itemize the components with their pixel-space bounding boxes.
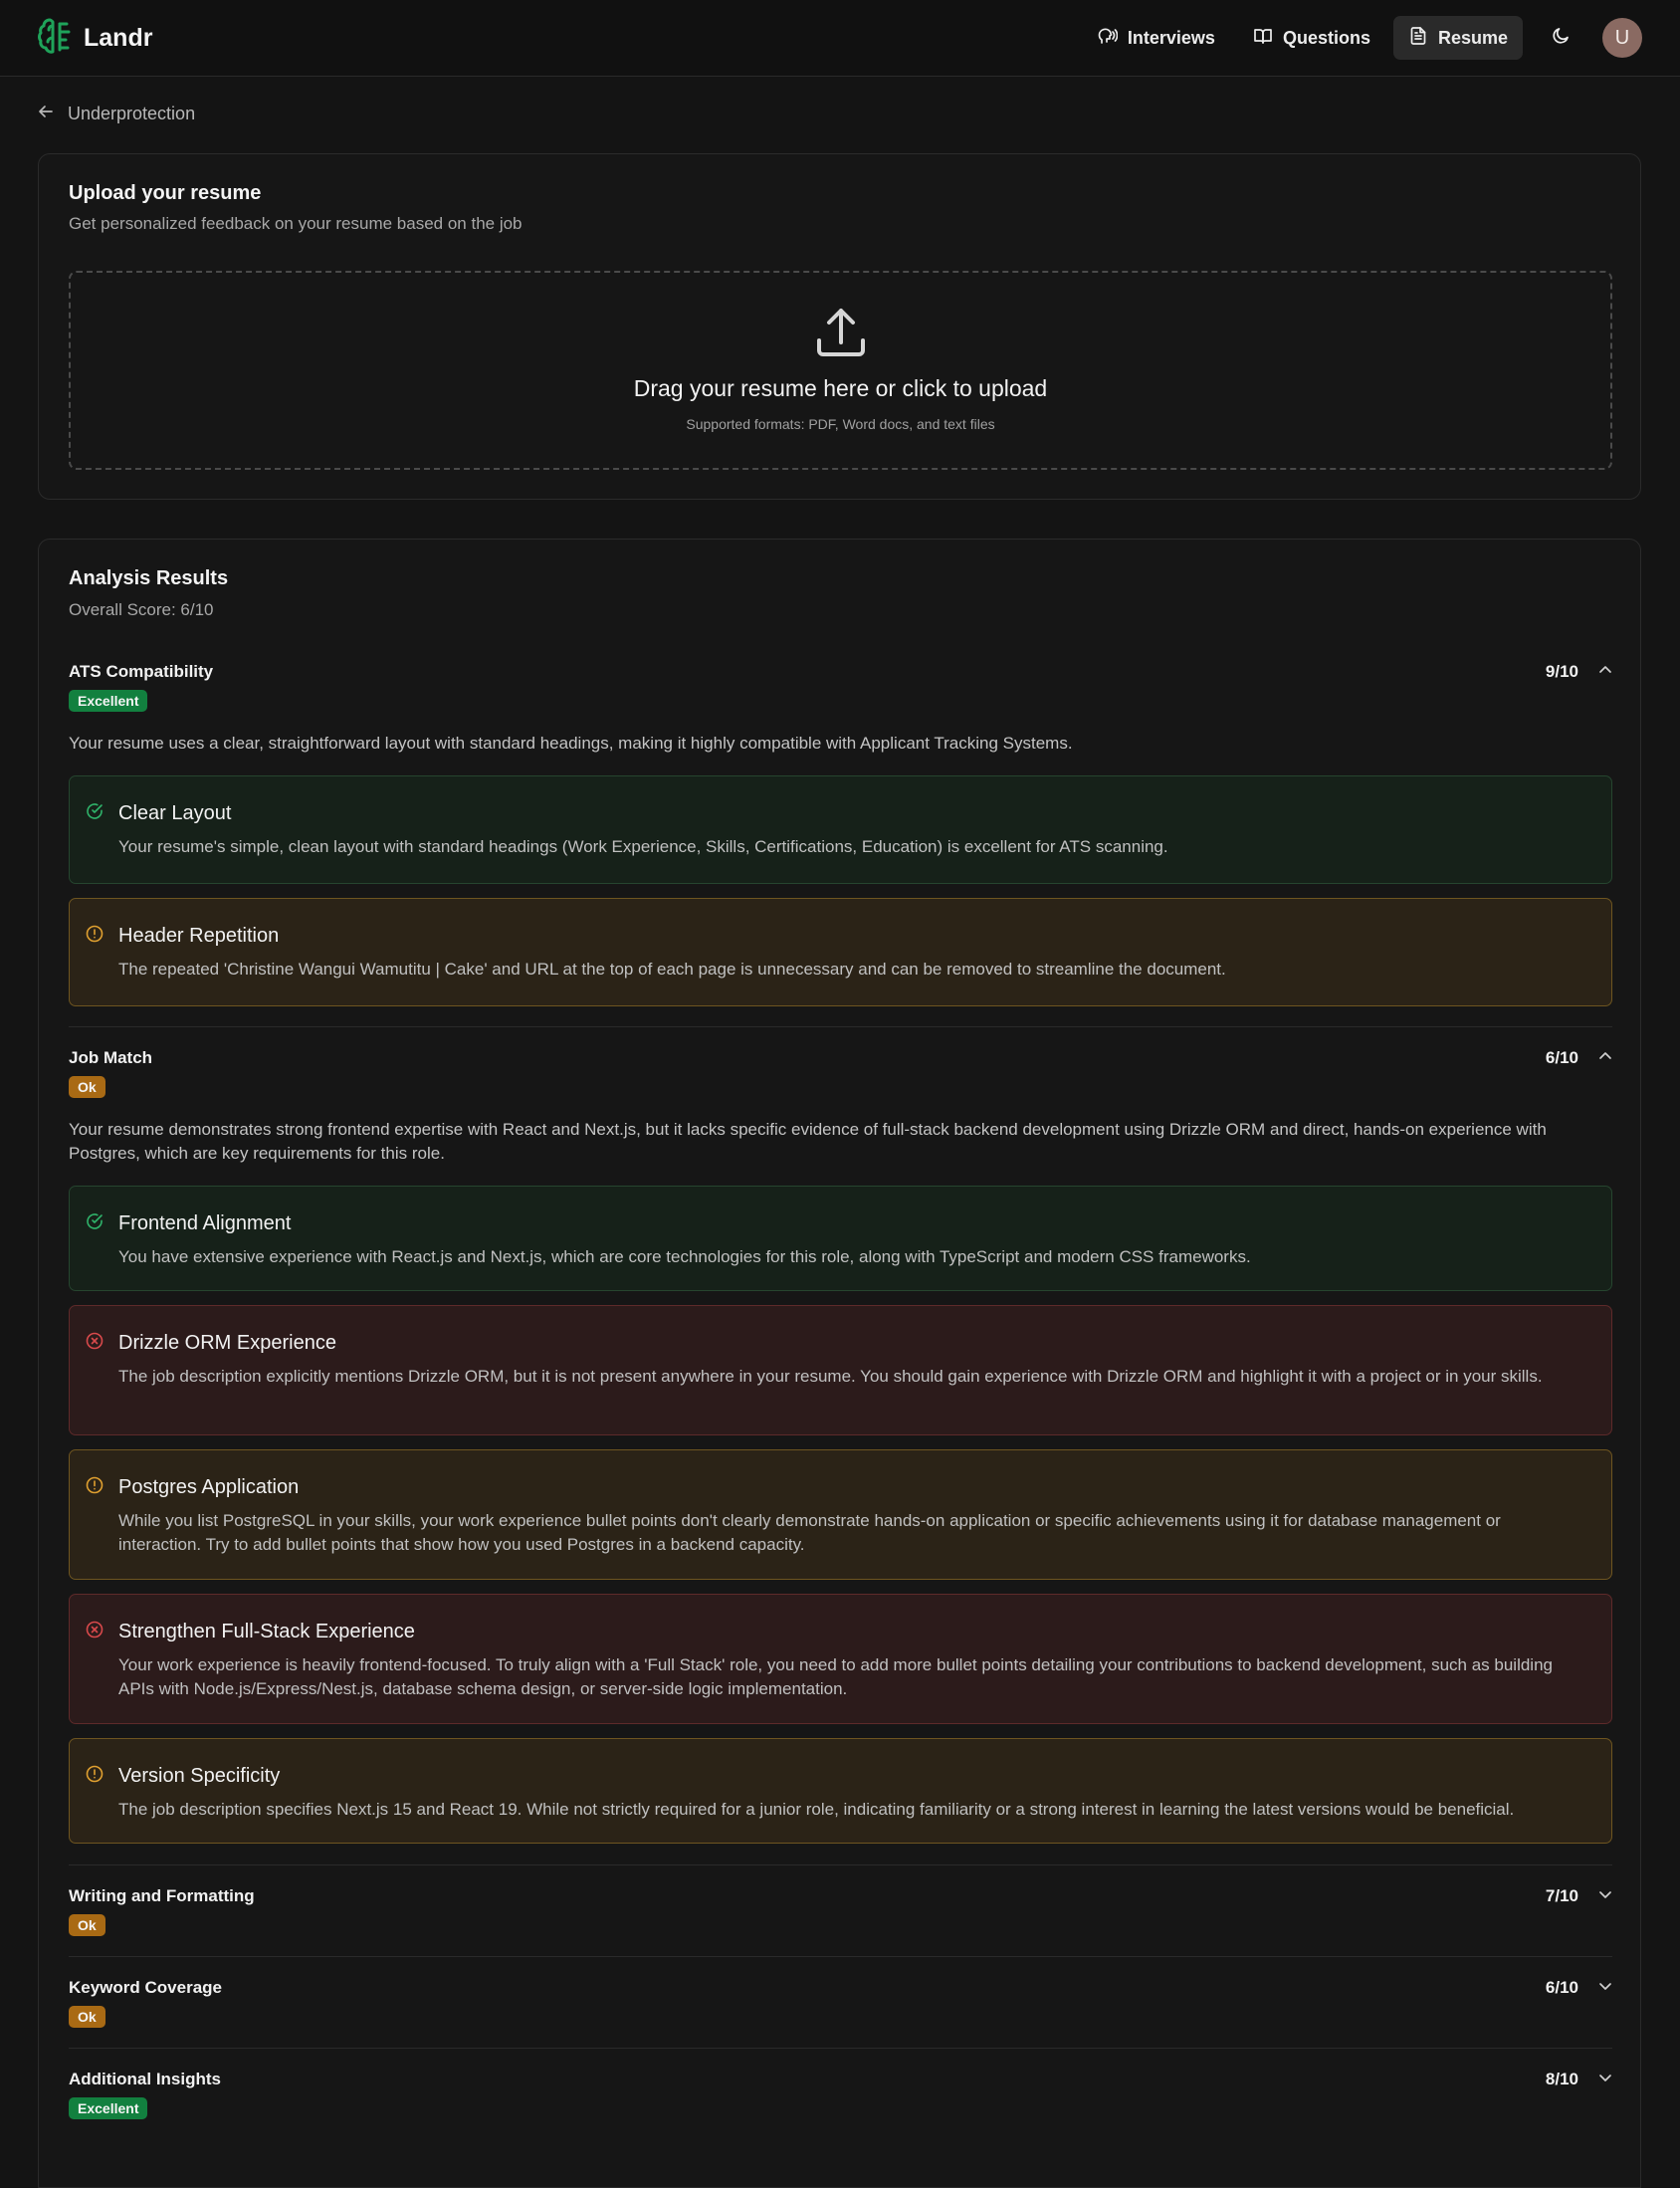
section-header[interactable]: Writing and Formatting Ok 7/10	[69, 1886, 1612, 1936]
x-circle-icon	[86, 1621, 104, 1639]
brand-name: Landr	[84, 23, 153, 52]
section-score: 6/10	[1545, 1978, 1578, 1997]
chevron-down-icon[interactable]	[1598, 1886, 1612, 1906]
check-circle-icon	[86, 802, 104, 820]
brand[interactable]: Landr	[38, 16, 152, 61]
section-divider	[69, 1864, 1612, 1865]
chevron-up-icon[interactable]	[1598, 662, 1612, 682]
feedback-text: Your resume's simple, clean layout with …	[118, 837, 1168, 856]
feedback-item: Drizzle ORM Experience The job descripti…	[69, 1305, 1612, 1435]
status-badge: Ok	[69, 1076, 105, 1098]
section-description: Your resume demonstrates strong frontend…	[69, 1120, 1547, 1163]
section-keyword-coverage: Keyword Coverage Ok 6/10	[69, 1978, 1612, 2028]
section-additional-insights: Additional Insights Excellent 8/10	[69, 2070, 1612, 2119]
section-ats-compatibility: ATS Compatibility Excellent 9/10 Your re…	[69, 662, 1612, 1006]
user-avatar[interactable]: U	[1602, 18, 1642, 58]
section-divider	[69, 1026, 1612, 1027]
feedback-text: You have extensive experience with React…	[118, 1247, 1251, 1266]
feedback-text: Your work experience is heavily frontend…	[118, 1655, 1553, 1698]
status-badge: Excellent	[69, 2097, 148, 2119]
section-score: 7/10	[1545, 1886, 1578, 1905]
dropzone-title: Drag your resume here or click to upload	[633, 375, 1048, 401]
section-name: Writing and Formatting	[69, 1886, 255, 1905]
feedback-title: Header Repetition	[118, 925, 280, 947]
arrow-left-icon	[38, 104, 54, 124]
status-badge: Excellent	[69, 690, 148, 712]
nav-resume-label: Resume	[1437, 27, 1508, 48]
feedback-title: Drizzle ORM Experience	[118, 1332, 336, 1354]
section-score: 6/10	[1545, 1048, 1578, 1067]
feedback-item: Strengthen Full-Stack Experience Your wo…	[69, 1594, 1612, 1724]
section-job-match: Job Match Ok 6/10 Your resume demonstrat…	[69, 1048, 1612, 1844]
status-badge: Ok	[69, 1914, 105, 1936]
feedback-item: Frontend Alignment You have extensive ex…	[69, 1186, 1612, 1291]
main-nav: Interviews Questions Resume U	[1083, 16, 1642, 60]
upload-subtitle: Get personalized feedback on your resume…	[69, 214, 523, 233]
upload-icon	[815, 307, 867, 363]
back-link[interactable]: Underprotection	[38, 104, 195, 124]
nav-interviews[interactable]: Interviews	[1083, 16, 1230, 60]
alert-circle-icon	[86, 1765, 104, 1783]
analysis-card: Analysis Results Overall Score: 6/10 ATS…	[38, 539, 1641, 2188]
feedback-text: The job description specifies Next.js 15…	[118, 1800, 1515, 1819]
feedback-title: Frontend Alignment	[118, 1212, 292, 1234]
overall-score: Overall Score: 6/10	[69, 600, 214, 619]
file-text-icon	[1408, 26, 1428, 51]
nav-resume[interactable]: Resume	[1392, 16, 1523, 60]
feedback-item: Clear Layout Your resume's simple, clean…	[69, 775, 1612, 884]
upload-title: Upload your resume	[69, 182, 262, 204]
nav-questions-label: Questions	[1282, 27, 1370, 48]
section-name: Additional Insights	[69, 2070, 221, 2088]
feedback-title: Strengthen Full-Stack Experience	[118, 1621, 415, 1642]
section-name: ATS Compatibility	[69, 662, 214, 681]
section-header[interactable]: Keyword Coverage Ok 6/10	[69, 1978, 1612, 2028]
feedback-text: While you list PostgreSQL in your skills…	[118, 1511, 1501, 1554]
chevron-down-icon[interactable]	[1598, 1978, 1612, 1998]
resume-dropzone[interactable]: Drag your resume here or click to upload…	[69, 271, 1612, 470]
section-score: 8/10	[1545, 2070, 1578, 2088]
brain-logo-icon	[38, 16, 74, 61]
x-circle-icon	[86, 1332, 104, 1350]
analysis-title: Analysis Results	[69, 567, 229, 589]
book-open-icon	[1253, 26, 1273, 51]
section-description: Your resume uses a clear, straightforwar…	[69, 734, 1073, 753]
chevron-down-icon[interactable]	[1598, 2070, 1612, 2089]
alert-circle-icon	[86, 1476, 104, 1494]
avatar-initial: U	[1614, 26, 1630, 49]
dropzone-subtitle: Supported formats: PDF, Word docs, and t…	[686, 416, 995, 432]
feedback-title: Version Specificity	[118, 1765, 281, 1787]
check-circle-icon	[86, 1212, 104, 1230]
speaking-head-icon	[1098, 26, 1119, 51]
section-header[interactable]: Job Match Ok 6/10	[69, 1048, 1612, 1098]
feedback-title: Clear Layout	[118, 802, 232, 824]
section-writing-formatting: Writing and Formatting Ok 7/10	[69, 1886, 1612, 1936]
alert-circle-icon	[86, 925, 104, 943]
section-header[interactable]: Additional Insights Excellent 8/10	[69, 2070, 1612, 2119]
theme-toggle-button[interactable]	[1539, 16, 1582, 60]
nav-interviews-label: Interviews	[1127, 27, 1215, 48]
moon-icon	[1551, 26, 1571, 51]
section-divider	[69, 1956, 1612, 1957]
upload-card: Upload your resume Get personalized feed…	[38, 153, 1641, 500]
feedback-title: Postgres Application	[118, 1476, 300, 1498]
feedback-item: Header Repetition The repeated 'Christin…	[69, 898, 1612, 1006]
section-name: Job Match	[69, 1048, 153, 1067]
top-navbar: Landr Interviews Questions Resume U	[0, 0, 1680, 77]
back-link-label: Underprotection	[68, 104, 196, 123]
nav-questions[interactable]: Questions	[1238, 16, 1385, 60]
feedback-text: The repeated 'Christine Wangui Wamutitu …	[118, 960, 1226, 979]
section-score: 9/10	[1545, 662, 1578, 681]
section-divider	[69, 2048, 1612, 2049]
feedback-item: Version Specificity The job description …	[69, 1738, 1612, 1844]
chevron-up-icon[interactable]	[1598, 1048, 1612, 1068]
feedback-text: The job description explicitly mentions …	[118, 1367, 1543, 1386]
feedback-item: Postgres Application While you list Post…	[69, 1449, 1612, 1580]
status-badge: Ok	[69, 2006, 105, 2028]
section-header[interactable]: ATS Compatibility Excellent 9/10	[69, 662, 1612, 712]
section-name: Keyword Coverage	[69, 1978, 222, 1997]
